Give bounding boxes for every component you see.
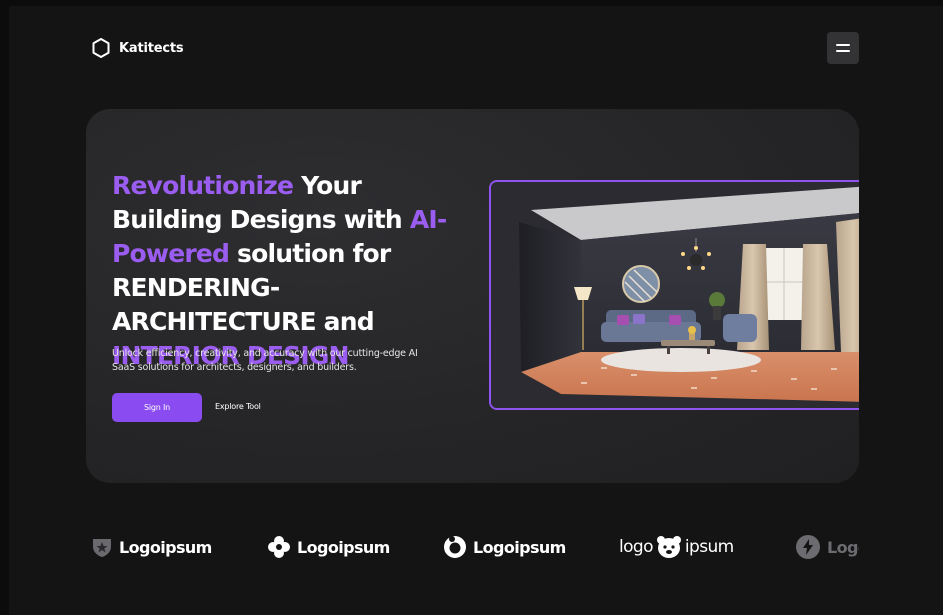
brand-logo[interactable]: Katitects <box>91 36 184 60</box>
partner-logo[interactable]: Logoipsum <box>91 530 212 564</box>
explore-tool-link[interactable]: Explore Tool <box>215 402 261 411</box>
shield-logo-icon <box>93 539 111 557</box>
partner-logo[interactable]: Logoipsum <box>443 530 566 564</box>
bolt-logo-icon <box>796 535 820 559</box>
partner-logo[interactable]: Logoipsum <box>795 530 859 564</box>
sign-in-button[interactable]: Sign In <box>112 393 202 422</box>
living-room-render-image <box>489 180 859 410</box>
hero-headline: Revolutionize Your Building Designs with… <box>112 171 447 370</box>
hexagon-icon <box>92 38 110 58</box>
hero-card: Revolutionize Your Building Designs with… <box>86 109 859 483</box>
hamburger-menu-icon[interactable] <box>827 32 859 64</box>
partner-logo[interactable]: Logoipsum <box>267 530 390 564</box>
hero-subtitle: Unlock efficiency, creativity, and accur… <box>112 348 418 373</box>
partner-logos-strip: Logoipsum Logoipsum Logoipsum logo ipsum <box>91 530 859 564</box>
ring-logo-icon <box>444 536 466 558</box>
top-bar: Katitects <box>91 32 859 64</box>
flower-logo-icon <box>268 536 290 558</box>
bear-logo-icon <box>656 536 681 558</box>
partner-logo[interactable]: logo ipsum <box>619 530 734 564</box>
brand-name: Katitects <box>119 40 184 56</box>
